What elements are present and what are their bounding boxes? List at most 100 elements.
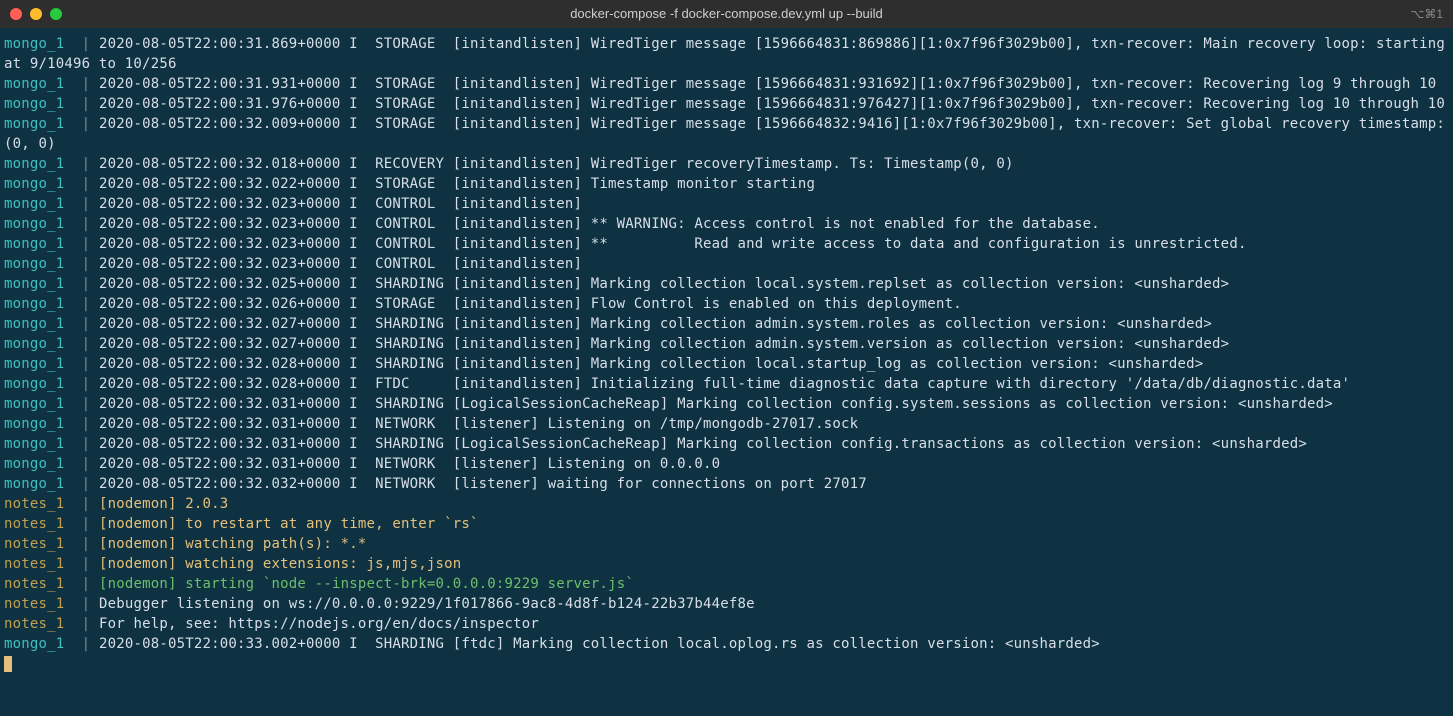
log-text: 2.0.3: [177, 496, 229, 512]
log-line: mongo_1 | 2020-08-05T22:00:31.976+0000 I…: [4, 94, 1449, 114]
log-line: mongo_1 | 2020-08-05T22:00:32.023+0000 I…: [4, 214, 1449, 234]
service-name: mongo_1: [4, 376, 82, 392]
log-text: 2020-08-05T22:00:32.023+0000 I CONTROL […: [99, 196, 582, 212]
log-line: mongo_1 | 2020-08-05T22:00:32.031+0000 I…: [4, 414, 1449, 434]
log-text: 2020-08-05T22:00:32.031+0000 I NETWORK […: [99, 456, 720, 472]
close-icon[interactable]: [10, 8, 22, 20]
log-text: 2020-08-05T22:00:32.025+0000 I SHARDING …: [99, 276, 1229, 292]
service-name: mongo_1: [4, 636, 82, 652]
service-name: mongo_1: [4, 36, 82, 52]
nodemon-tag: [nodemon]: [99, 556, 177, 572]
service-name: notes_1: [4, 556, 82, 572]
separator: |: [82, 536, 91, 552]
separator: |: [82, 96, 91, 112]
log-text: 2020-08-05T22:00:32.031+0000 I SHARDING …: [99, 396, 1333, 412]
separator: |: [82, 616, 91, 632]
service-name: mongo_1: [4, 76, 82, 92]
window-title: docker-compose -f docker-compose.dev.yml…: [0, 4, 1453, 24]
cursor-icon: [4, 656, 12, 672]
separator: |: [82, 76, 91, 92]
log-text: 2020-08-05T22:00:31.976+0000 I STORAGE […: [99, 96, 1445, 112]
log-text: 2020-08-05T22:00:32.028+0000 I SHARDING …: [99, 356, 1203, 372]
log-line: mongo_1 | 2020-08-05T22:00:31.869+0000 I…: [4, 34, 1449, 74]
service-name: mongo_1: [4, 296, 82, 312]
separator: |: [82, 336, 91, 352]
log-line: mongo_1 | 2020-08-05T22:00:32.028+0000 I…: [4, 374, 1449, 394]
service-name: notes_1: [4, 536, 82, 552]
log-line: mongo_1 | 2020-08-05T22:00:32.025+0000 I…: [4, 274, 1449, 294]
service-name: mongo_1: [4, 116, 82, 132]
log-line: mongo_1 | 2020-08-05T22:00:32.023+0000 I…: [4, 254, 1449, 274]
log-line: mongo_1 | 2020-08-05T22:00:32.032+0000 I…: [4, 474, 1449, 494]
log-line: mongo_1 | 2020-08-05T22:00:32.023+0000 I…: [4, 194, 1449, 214]
log-line: mongo_1 | 2020-08-05T22:00:31.931+0000 I…: [4, 74, 1449, 94]
separator: |: [82, 196, 91, 212]
service-name: mongo_1: [4, 256, 82, 272]
separator: |: [82, 316, 91, 332]
log-line: mongo_1 | 2020-08-05T22:00:32.009+0000 I…: [4, 114, 1449, 154]
service-name: mongo_1: [4, 156, 82, 172]
log-text: 2020-08-05T22:00:32.023+0000 I CONTROL […: [99, 236, 1247, 252]
log-line: mongo_1 | 2020-08-05T22:00:32.031+0000 I…: [4, 434, 1449, 454]
log-text: watching extensions: js,mjs,json: [177, 556, 462, 572]
log-line: notes_1 | [nodemon] starting `node --ins…: [4, 574, 1449, 594]
service-name: notes_1: [4, 576, 82, 592]
service-name: mongo_1: [4, 196, 82, 212]
separator: |: [82, 476, 91, 492]
separator: |: [82, 456, 91, 472]
service-name: mongo_1: [4, 356, 82, 372]
log-text: starting `node --inspect-brk=0.0.0.0:922…: [177, 576, 634, 592]
log-line: mongo_1 | 2020-08-05T22:00:32.031+0000 I…: [4, 394, 1449, 414]
log-text: watching path(s): *.*: [177, 536, 367, 552]
separator: |: [82, 596, 91, 612]
separator: |: [82, 576, 91, 592]
service-name: notes_1: [4, 516, 82, 532]
maximize-icon[interactable]: [50, 8, 62, 20]
separator: |: [82, 36, 91, 52]
separator: |: [82, 156, 91, 172]
log-text: 2020-08-05T22:00:31.869+0000 I STORAGE […: [4, 36, 1453, 72]
service-name: mongo_1: [4, 176, 82, 192]
log-text: 2020-08-05T22:00:31.931+0000 I STORAGE […: [99, 76, 1436, 92]
nodemon-tag: [nodemon]: [99, 536, 177, 552]
cursor-line: [4, 654, 1449, 674]
separator: |: [82, 296, 91, 312]
separator: |: [82, 256, 91, 272]
log-line: notes_1 | [nodemon] to restart at any ti…: [4, 514, 1449, 534]
separator: |: [82, 236, 91, 252]
service-name: mongo_1: [4, 476, 82, 492]
minimize-icon[interactable]: [30, 8, 42, 20]
log-line: mongo_1 | 2020-08-05T22:00:32.022+0000 I…: [4, 174, 1449, 194]
log-text: 2020-08-05T22:00:32.031+0000 I SHARDING …: [99, 436, 1307, 452]
window-shortcut-hint: ⌥⌘1: [1410, 4, 1443, 24]
log-line: mongo_1 | 2020-08-05T22:00:32.028+0000 I…: [4, 354, 1449, 374]
separator: |: [82, 116, 91, 132]
log-line: mongo_1 | 2020-08-05T22:00:32.023+0000 I…: [4, 234, 1449, 254]
log-line: mongo_1 | 2020-08-05T22:00:32.018+0000 I…: [4, 154, 1449, 174]
log-text: 2020-08-05T22:00:32.031+0000 I NETWORK […: [99, 416, 858, 432]
log-line: mongo_1 | 2020-08-05T22:00:32.027+0000 I…: [4, 314, 1449, 334]
log-text: 2020-08-05T22:00:32.023+0000 I CONTROL […: [99, 216, 1100, 232]
separator: |: [82, 436, 91, 452]
service-name: notes_1: [4, 596, 82, 612]
log-line: mongo_1 | 2020-08-05T22:00:32.031+0000 I…: [4, 454, 1449, 474]
log-line: mongo_1 | 2020-08-05T22:00:33.002+0000 I…: [4, 634, 1449, 654]
nodemon-tag: [nodemon]: [99, 576, 177, 592]
terminal-output[interactable]: mongo_1 | 2020-08-05T22:00:31.869+0000 I…: [0, 28, 1453, 678]
service-name: mongo_1: [4, 456, 82, 472]
service-name: mongo_1: [4, 236, 82, 252]
separator: |: [82, 636, 91, 652]
separator: |: [82, 356, 91, 372]
service-name: mongo_1: [4, 276, 82, 292]
separator: |: [82, 496, 91, 512]
separator: |: [82, 396, 91, 412]
service-name: notes_1: [4, 496, 82, 512]
log-text: 2020-08-05T22:00:32.022+0000 I STORAGE […: [99, 176, 815, 192]
log-text: 2020-08-05T22:00:33.002+0000 I SHARDING …: [99, 636, 1100, 652]
log-line: mongo_1 | 2020-08-05T22:00:32.026+0000 I…: [4, 294, 1449, 314]
separator: |: [82, 276, 91, 292]
log-text: 2020-08-05T22:00:32.027+0000 I SHARDING …: [99, 336, 1229, 352]
service-name: mongo_1: [4, 336, 82, 352]
log-text: 2020-08-05T22:00:32.023+0000 I CONTROL […: [99, 256, 582, 272]
log-line: notes_1 | [nodemon] 2.0.3: [4, 494, 1449, 514]
